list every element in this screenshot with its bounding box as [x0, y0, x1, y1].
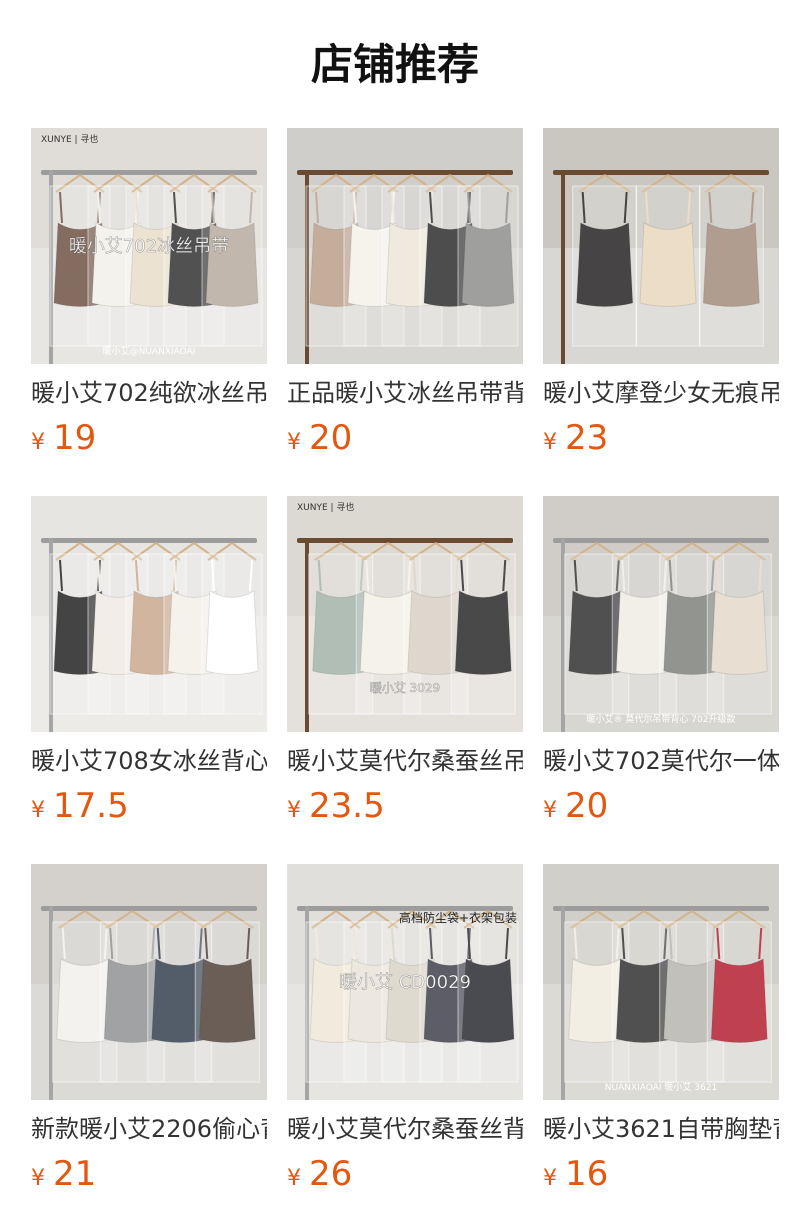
product-image[interactable]: 暖小艾 CD0029 高档防尘袋+衣架包装	[287, 864, 523, 1100]
product-card[interactable]: 暖小艾 CD0029 高档防尘袋+衣架包装暖小艾莫代尔桑蚕丝背心 ¥26	[287, 864, 523, 1232]
product-price: ¥20	[543, 786, 779, 830]
currency-symbol: ¥	[543, 798, 557, 823]
page-title: 店铺推荐	[310, 40, 479, 89]
image-overlay-text: 暖小艾702冰丝吊带	[69, 236, 229, 257]
product-card[interactable]: 暖小艾® 莫代尔吊带背心 702升级款暖小艾702莫代尔一体背心 ¥20	[543, 496, 779, 864]
price-value: 19	[53, 418, 97, 458]
price-value: 26	[309, 1154, 353, 1194]
price-value: 23	[565, 418, 609, 458]
price-value: 21	[53, 1154, 97, 1194]
brand-label: XUNYE | 寻也	[297, 501, 354, 513]
image-overlay-text: 暖小艾 CD0029	[339, 972, 471, 993]
image-caption-text: 高档防尘袋+衣架包装	[399, 910, 517, 925]
product-price: ¥19	[31, 418, 267, 462]
product-card[interactable]: XUNYE | 寻也 暖小艾702冰丝吊带 暖小艾@NUANXIAOAI 暖小艾702…	[31, 128, 267, 496]
image-caption-text: 暖小艾@NUANXIAOAI	[103, 345, 196, 357]
product-image[interactable]: 暖小艾® 莫代尔吊带背心 702升级款	[543, 496, 779, 732]
price-value: 23.5	[309, 786, 385, 826]
product-card[interactable]: 正品暖小艾冰丝吊带背心 ¥20	[287, 128, 523, 496]
product-image[interactable]	[31, 864, 267, 1100]
currency-symbol: ¥	[31, 430, 45, 455]
price-value: 16	[565, 1154, 609, 1194]
price-value: 17.5	[53, 786, 129, 826]
product-price: ¥21	[31, 1154, 267, 1198]
product-image[interactable]: XUNYE | 寻也暖小艾 3029	[287, 496, 523, 732]
product-name[interactable]: 暖小艾702纯欲冰丝吊带	[31, 378, 267, 408]
product-image[interactable]: XUNYE | 寻也暖小艾702冰丝吊带暖小艾@NUANXIAOAI	[31, 128, 267, 364]
currency-symbol: ¥	[287, 1166, 301, 1191]
image-caption-text: 暖小艾® 莫代尔吊带背心 702升级款	[587, 713, 736, 725]
currency-symbol: ¥	[543, 430, 557, 455]
product-card[interactable]: 新款暖小艾2206偷心背心 ¥21	[31, 864, 267, 1232]
product-name[interactable]: 暖小艾摩登少女无痕吊带	[543, 378, 779, 408]
currency-symbol: ¥	[287, 430, 301, 455]
currency-symbol: ¥	[31, 798, 45, 823]
currency-symbol: ¥	[543, 1166, 557, 1191]
brand-label: XUNYE | 寻也	[41, 133, 98, 145]
product-card[interactable]: 暖小艾摩登少女无痕吊带 ¥23	[543, 128, 779, 496]
product-price: ¥23	[543, 418, 779, 462]
product-price: ¥23.5	[287, 786, 523, 830]
product-image[interactable]	[287, 128, 523, 364]
product-name[interactable]: 暖小艾莫代尔桑蚕丝吊带	[287, 746, 523, 776]
product-image[interactable]	[31, 496, 267, 732]
product-name[interactable]: 暖小艾702莫代尔一体背心	[543, 746, 779, 776]
product-price: ¥26	[287, 1154, 523, 1198]
price-value: 20	[309, 418, 353, 458]
image-overlay-text: 暖小艾 3029	[370, 681, 440, 695]
product-card[interactable]: XUNYE | 寻也暖小艾 3029 暖小艾莫代尔桑蚕丝吊带 ¥23.5	[287, 496, 523, 864]
product-image[interactable]: NUANXIAOAI 暖小艾 3621	[543, 864, 779, 1100]
product-price: ¥16	[543, 1154, 779, 1198]
product-name[interactable]: 暖小艾708女冰丝背心吊带	[31, 746, 267, 776]
product-grid: XUNYE | 寻也 暖小艾702冰丝吊带 暖小艾@NUANXIAOAI 暖小艾702…	[31, 128, 779, 1232]
price-value: 20	[565, 786, 609, 826]
currency-symbol: ¥	[31, 1166, 45, 1191]
product-image[interactable]	[543, 128, 779, 364]
image-caption-text: NUANXIAOAI 暖小艾 3621	[605, 1081, 717, 1093]
product-name[interactable]: 新款暖小艾2206偷心背心	[31, 1114, 267, 1144]
product-price: ¥17.5	[31, 786, 267, 830]
product-card[interactable]: NUANXIAOAI 暖小艾 3621 暖小艾3621自带胸垫背心 ¥16	[543, 864, 779, 1232]
product-price: ¥20	[287, 418, 523, 462]
product-name[interactable]: 暖小艾莫代尔桑蚕丝背心	[287, 1114, 523, 1144]
product-card[interactable]: 暖小艾708女冰丝背心吊带 ¥17.5	[31, 496, 267, 864]
currency-symbol: ¥	[287, 798, 301, 823]
product-name[interactable]: 暖小艾3621自带胸垫背心	[543, 1114, 779, 1144]
product-name[interactable]: 正品暖小艾冰丝吊带背心	[287, 378, 523, 408]
